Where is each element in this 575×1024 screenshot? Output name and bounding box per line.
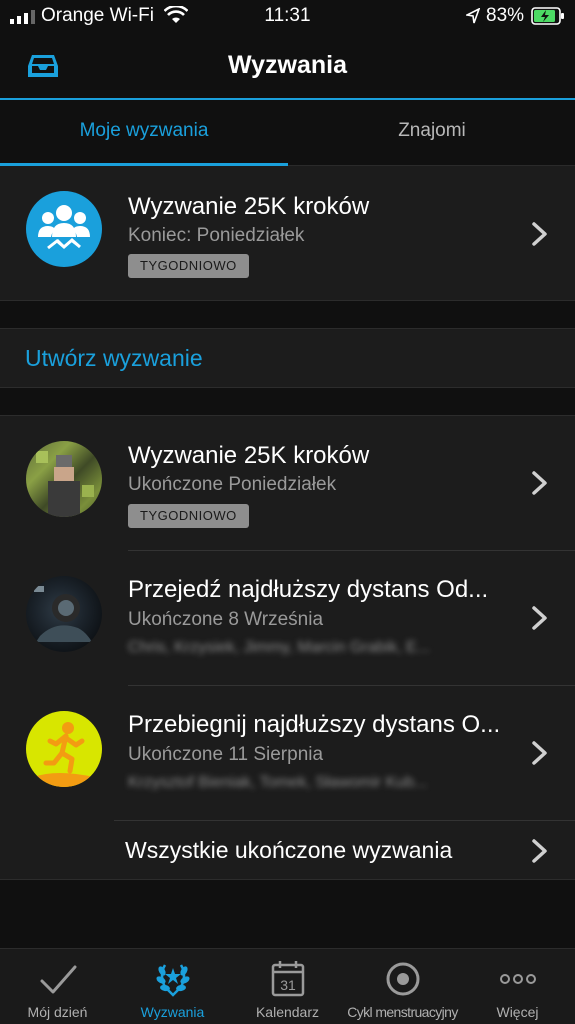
participants-list: Chris, Krzysiek, Jimmy, Marcin Grabik, E…: [128, 639, 430, 655]
checkmark-icon: [40, 965, 77, 994]
tabbar-more[interactable]: Więcej: [460, 949, 575, 1024]
challenge-row-active[interactable]: Wyzwanie 25K kroków Koniec: Poniedziałek…: [0, 166, 575, 301]
user-avatar: [26, 576, 102, 652]
challenge-row-completed[interactable]: Przejedź najdłuższy dystans Od... Ukończ…: [0, 551, 575, 686]
challenge-subtitle: Koniec: Poniedziałek: [128, 225, 305, 246]
challenge-title: Przejedź najdłuższy dystans Od...: [128, 576, 489, 603]
location-arrow-icon: [466, 8, 480, 24]
challenge-subtitle: Ukończone 11 Sierpnia: [128, 744, 324, 765]
create-challenge-link[interactable]: Utwórz wyzwanie: [25, 345, 203, 372]
segment-tabs: Moje wyzwania Znajomi: [0, 100, 575, 166]
calendar-day: 31: [280, 977, 296, 993]
chevron-right-icon: [532, 471, 547, 495]
cycle-icon: [386, 962, 420, 996]
tab-my-challenges[interactable]: Moje wyzwania: [0, 100, 288, 166]
tabbar-cycle[interactable]: Cykl menstruacyjny: [345, 949, 460, 1024]
group-challenge-icon: [26, 191, 102, 267]
challenge-row-completed[interactable]: Przebiegnij najdłuższy dystans O... Ukoń…: [0, 686, 575, 821]
battery-percentage: 83%: [486, 5, 525, 26]
chevron-right-icon: [532, 741, 547, 765]
bottom-tab-bar: Mój dzień Wyzwania 31 Kalendarz Cykl men…: [0, 948, 575, 1024]
challenge-subtitle: Ukończone Poniedziałek: [128, 474, 337, 495]
running-challenge-icon: [26, 711, 102, 787]
completed-challenges-section: Wyzwanie 25K kroków Ukończone Poniedział…: [0, 415, 575, 880]
chevron-right-icon: [532, 839, 547, 863]
chevron-right-icon: [532, 222, 547, 246]
tab-friends[interactable]: Znajomi: [288, 100, 575, 166]
challenge-title: Przebiegnij najdłuższy dystans O...: [128, 711, 501, 738]
all-completed-row[interactable]: Wszystkie ukończone wyzwania: [0, 821, 575, 881]
tabbar-label: Więcej: [496, 1004, 539, 1020]
participants-list: Krzysztof Bieniak, Tomek, Sławomir Kub..…: [128, 774, 428, 790]
calendar-icon: 31: [271, 961, 305, 997]
tabbar-challenges[interactable]: Wyzwania: [115, 949, 230, 1024]
frequency-badge: TYGODNIOWO: [128, 254, 249, 278]
laurel-icon: [156, 964, 190, 997]
challenge-row-completed[interactable]: Wyzwanie 25K kroków Ukończone Poniedział…: [0, 416, 575, 551]
frequency-badge: TYGODNIOWO: [128, 504, 249, 528]
battery-charging-icon: [531, 7, 564, 25]
more-icon: [500, 974, 536, 984]
challenge-title: Wyzwanie 25K kroków: [128, 442, 370, 469]
chevron-right-icon: [532, 606, 547, 630]
tabbar-label: Mój dzień: [27, 1004, 88, 1020]
tabbar-my-day[interactable]: Mój dzień: [0, 949, 115, 1024]
nav-header: Wyzwania: [0, 34, 575, 100]
tabbar-calendar[interactable]: 31 Kalendarz: [230, 949, 345, 1024]
page-title: Wyzwania: [227, 51, 348, 79]
status-bar: Orange Wi-Fi 11:31 83%: [0, 0, 575, 34]
challenge-title: Wyzwanie 25K kroków: [128, 193, 370, 220]
tabbar-label: Cykl menstruacyjny: [347, 1004, 458, 1020]
all-completed-label: Wszystkie ukończone wyzwania: [125, 837, 453, 863]
create-section: Utwórz wyzwanie: [0, 328, 575, 388]
challenge-subtitle: Ukończone 8 Września: [128, 609, 324, 630]
user-avatar: [26, 441, 102, 517]
tabbar-label: Wyzwania: [140, 1004, 205, 1020]
active-challenges-section: Wyzwanie 25K kroków Koniec: Poniedziałek…: [0, 166, 575, 301]
tabbar-label: Kalendarz: [255, 1004, 320, 1020]
